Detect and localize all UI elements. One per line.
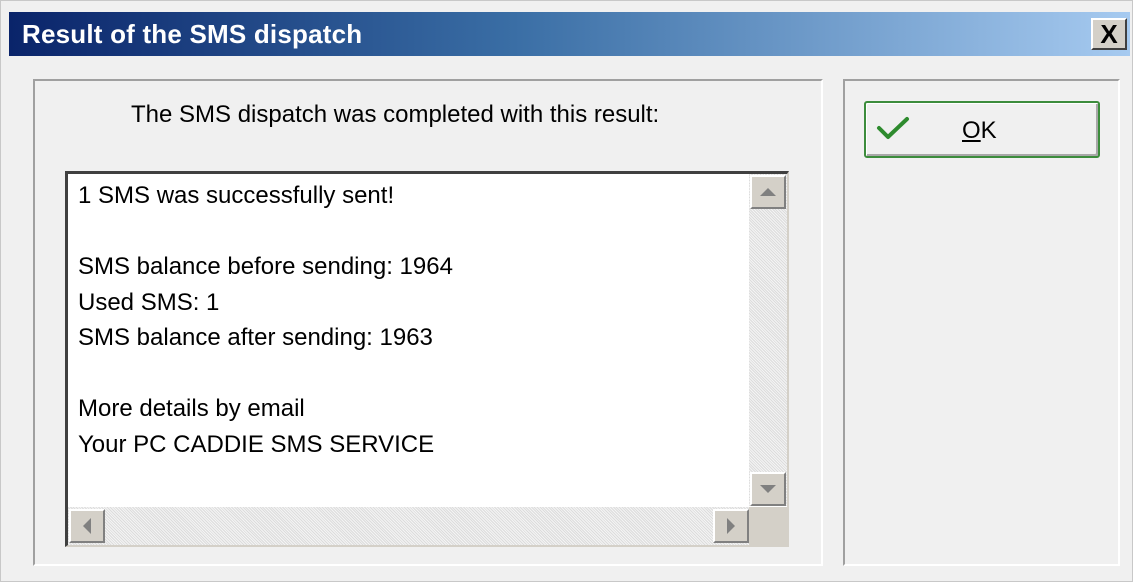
result-line: More details by email (78, 395, 305, 422)
window-title: Result of the SMS dispatch (22, 19, 363, 49)
result-textbox[interactable]: 1 SMS was successfully sent! SMS balance… (65, 171, 789, 547)
vertical-scrollbar[interactable] (749, 174, 787, 506)
result-line (78, 214, 738, 250)
scrollbar-corner (749, 507, 787, 545)
arrow-left-icon (83, 518, 91, 534)
result-line (78, 356, 738, 392)
close-button[interactable]: X (1091, 18, 1127, 50)
result-line: SMS balance before sending: 1964 (78, 253, 453, 280)
sms-result-dialog: Result of the SMS dispatch X The SMS dis… (0, 0, 1133, 582)
ok-accelerator: O (962, 117, 981, 144)
result-line: Your PC CADDIE SMS SERVICE (78, 430, 435, 458)
arrow-right-icon (727, 518, 735, 534)
ok-button[interactable]: OK (864, 101, 1100, 158)
result-line: SMS balance after sending: 1963 (78, 324, 433, 351)
scroll-down-button[interactable] (750, 472, 786, 506)
actions-panel: OK (843, 79, 1120, 566)
result-text: 1 SMS was successfully sent! SMS balance… (78, 178, 738, 496)
result-message: The SMS dispatch was completed with this… (131, 101, 660, 128)
title-bar[interactable]: Result of the SMS dispatch X (9, 12, 1130, 56)
close-icon: X (1100, 18, 1118, 49)
result-line: 1 SMS was successfully sent! (78, 182, 395, 209)
ok-label-rest: K (980, 117, 997, 144)
arrow-up-icon (760, 188, 776, 196)
checkmark-icon (877, 117, 909, 139)
ok-label: OK (962, 117, 997, 145)
result-panel: The SMS dispatch was completed with this… (33, 79, 823, 566)
scroll-right-button[interactable] (713, 509, 749, 543)
scroll-up-button[interactable] (750, 175, 786, 209)
scroll-left-button[interactable] (69, 509, 105, 543)
horizontal-scrollbar[interactable] (68, 507, 749, 545)
result-line: Used SMS: 1 (78, 288, 220, 316)
arrow-down-icon (760, 485, 776, 493)
